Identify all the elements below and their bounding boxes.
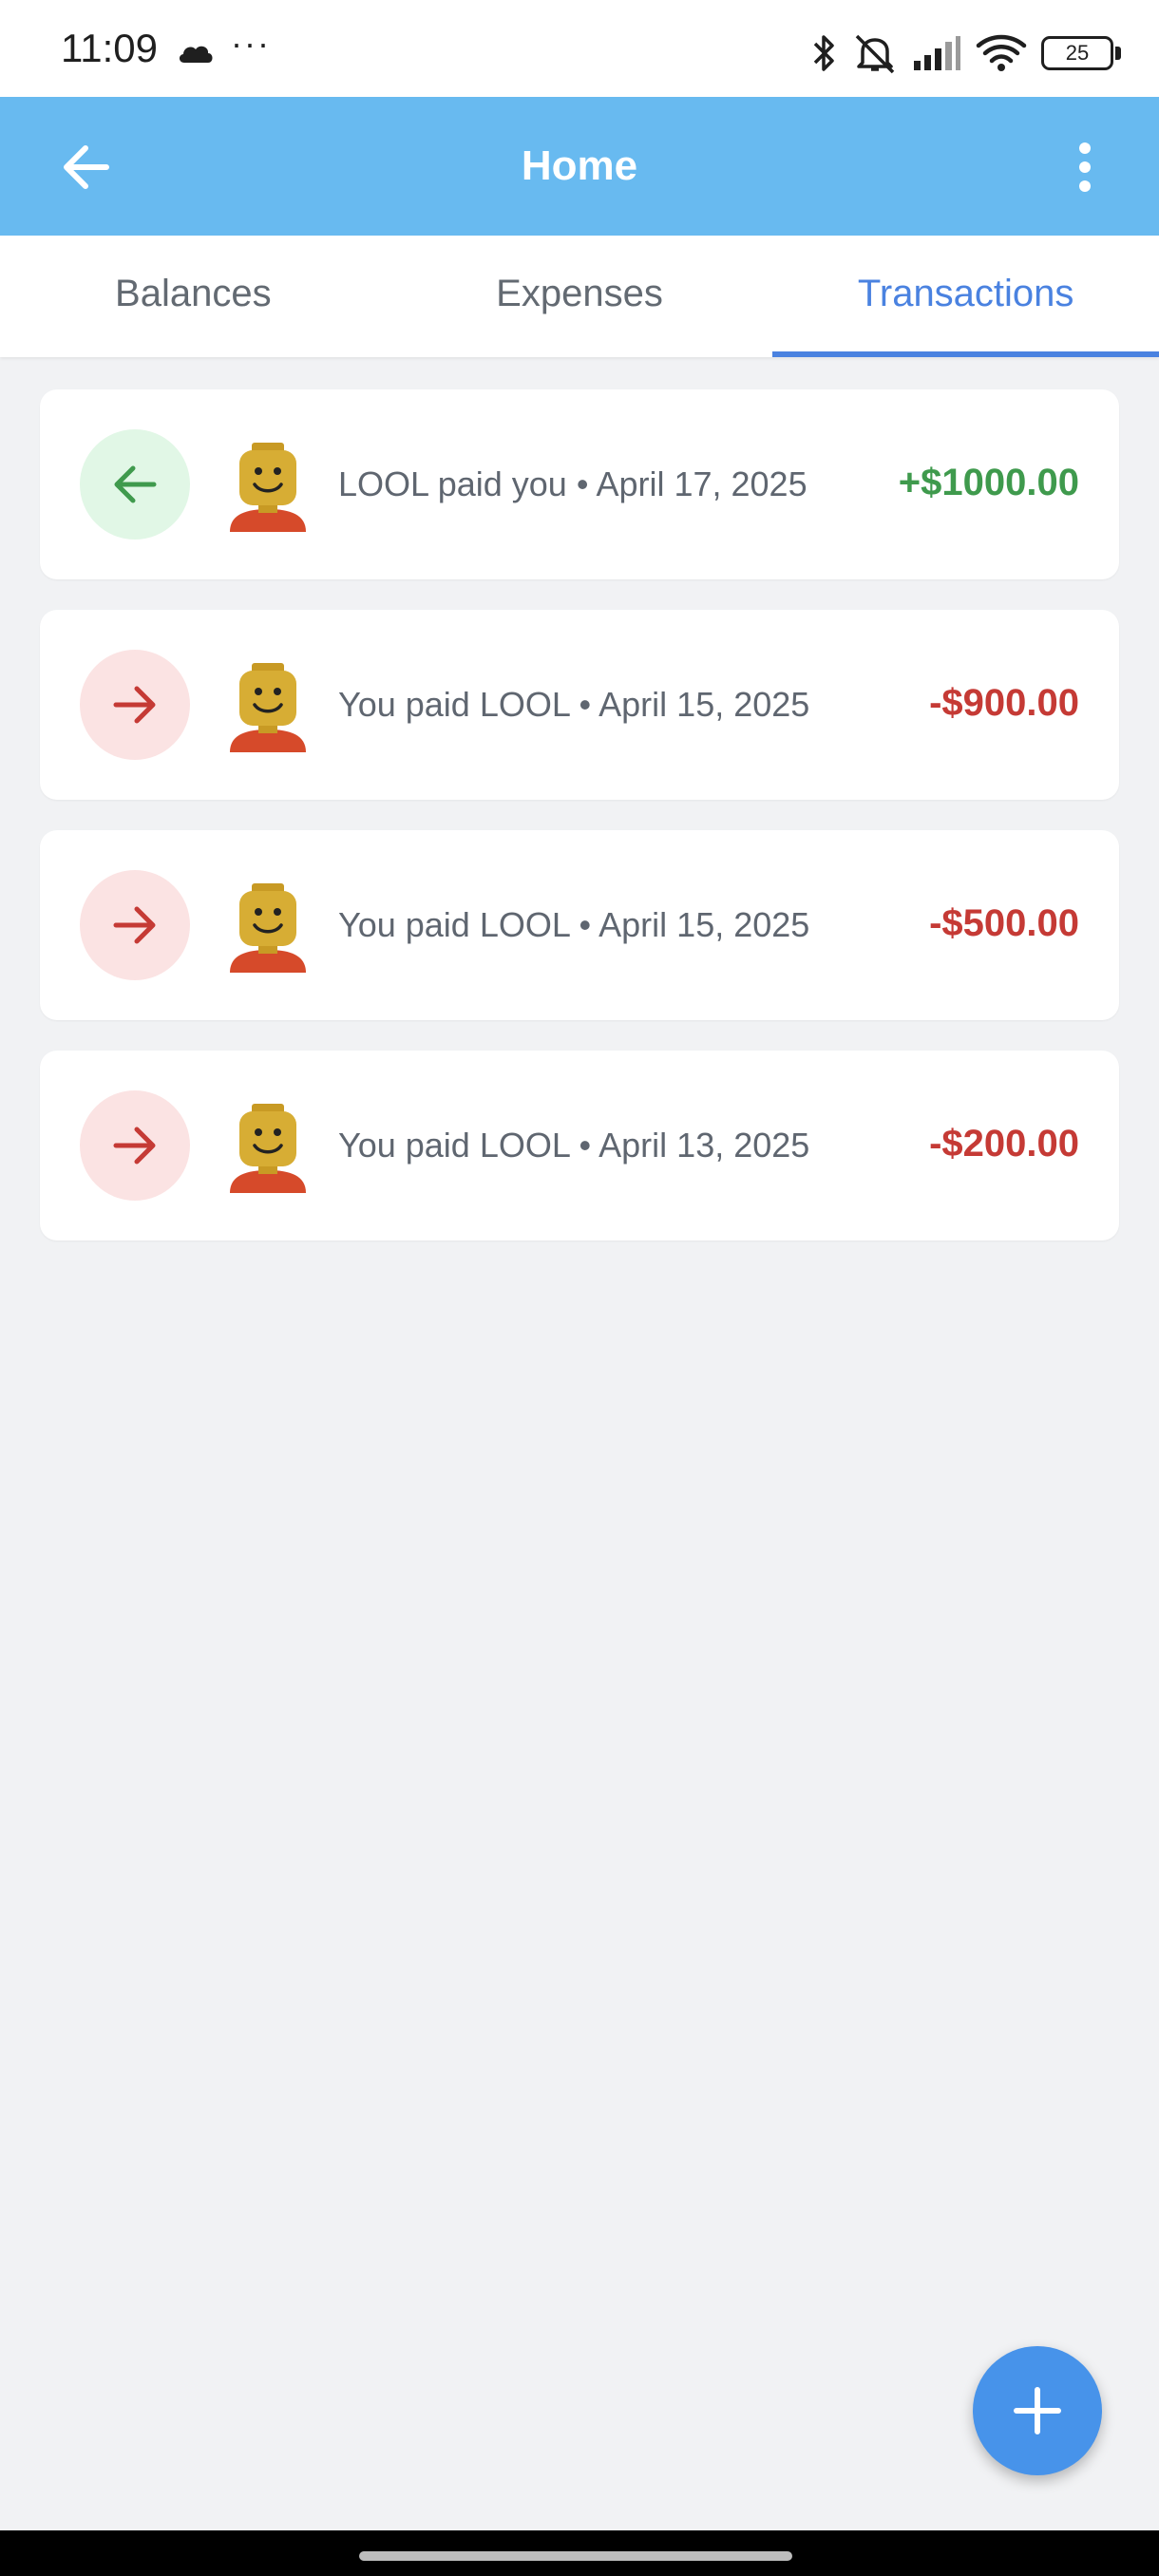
outgoing-indicator xyxy=(80,650,190,760)
status-bar: 11:09 ··· 25 xyxy=(0,0,1159,97)
transactions-list: LOOL paid you • April 17, 2025 +$1000.00… xyxy=(40,389,1119,1271)
more-vert-icon xyxy=(1079,142,1091,192)
signal-icon xyxy=(912,34,961,72)
battery-level: 25 xyxy=(1065,41,1090,65)
transaction-description: LOOL paid you • April 17, 2025 xyxy=(338,464,808,503)
transaction-card[interactable]: You paid LOOL • April 13, 2025 -$200.00 xyxy=(40,1051,1119,1241)
home-gesture-handle[interactable] xyxy=(359,2551,792,2561)
app-bar: Home xyxy=(0,97,1159,236)
system-nav-bar xyxy=(0,2530,1159,2576)
avatar xyxy=(230,443,306,532)
transaction-card[interactable]: You paid LOOL • April 15, 2025 -$500.00 xyxy=(40,830,1119,1020)
page-title: Home xyxy=(521,142,638,189)
transaction-card[interactable]: You paid LOOL • April 15, 2025 -$900.00 xyxy=(40,610,1119,800)
arrow-right-icon xyxy=(113,1127,156,1165)
status-icons: 25 xyxy=(809,28,1121,78)
transaction-amount: -$900.00 xyxy=(929,682,1079,724)
back-button[interactable] xyxy=(49,129,125,205)
tab-balances[interactable]: Balances xyxy=(0,236,387,357)
outgoing-indicator xyxy=(80,870,190,980)
add-transaction-button[interactable] xyxy=(973,2346,1102,2475)
avatar xyxy=(230,1104,306,1193)
transaction-amount: -$500.00 xyxy=(929,902,1079,944)
status-dots: ··· xyxy=(231,24,271,63)
battery-icon: 25 xyxy=(1041,36,1121,70)
outgoing-indicator xyxy=(80,1090,190,1201)
status-time: 11:09 xyxy=(61,26,158,70)
more-options-button[interactable] xyxy=(1047,129,1123,205)
transaction-amount: +$1000.00 xyxy=(898,462,1079,503)
tab-transactions[interactable]: Transactions xyxy=(772,236,1159,357)
transaction-card[interactable]: LOOL paid you • April 17, 2025 +$1000.00 xyxy=(40,389,1119,579)
transaction-amount: -$200.00 xyxy=(929,1123,1079,1165)
bluetooth-icon xyxy=(809,32,838,74)
plus-icon xyxy=(1014,2387,1061,2434)
transaction-description: You paid LOOL • April 15, 2025 xyxy=(338,685,810,724)
arrow-right-icon xyxy=(113,906,156,944)
tab-expenses[interactable]: Expenses xyxy=(387,236,773,357)
tab-bar: Balances Expenses Transactions xyxy=(0,236,1159,357)
transaction-description: You paid LOOL • April 13, 2025 xyxy=(338,1126,810,1165)
wifi-icon xyxy=(975,32,1028,74)
avatar xyxy=(230,663,306,752)
arrow-left-icon xyxy=(114,465,157,503)
transaction-description: You paid LOOL • April 15, 2025 xyxy=(338,905,810,944)
arrow-left-icon xyxy=(64,145,109,189)
avatar xyxy=(230,883,306,973)
cloud-icon xyxy=(177,42,215,69)
silent-icon xyxy=(851,32,899,74)
incoming-indicator xyxy=(80,429,190,540)
arrow-right-icon xyxy=(113,686,156,724)
